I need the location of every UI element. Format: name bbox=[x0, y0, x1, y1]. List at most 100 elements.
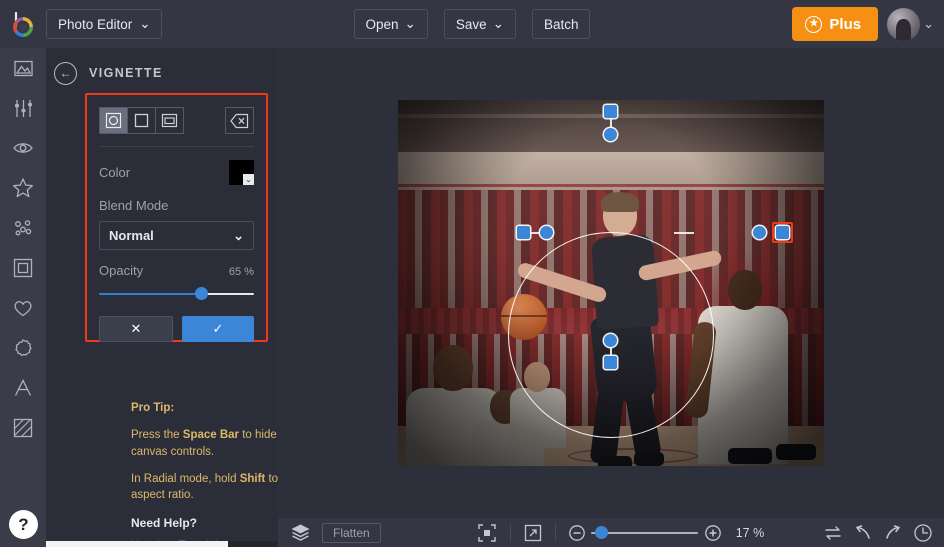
size-handle-top[interactable] bbox=[604, 128, 617, 141]
tip1-keyword: Space Bar bbox=[182, 429, 240, 442]
shape-rectangle-button[interactable] bbox=[127, 107, 156, 134]
back-button[interactable]: ← bbox=[54, 61, 77, 85]
size-handle-right[interactable] bbox=[753, 226, 766, 239]
sidebar-item-adjust[interactable] bbox=[0, 88, 46, 128]
chevron-down-icon: ⌄ bbox=[492, 16, 504, 31]
tip2-keyword: Shift bbox=[239, 472, 266, 485]
shape-radial-button[interactable] bbox=[99, 107, 128, 134]
tip2-part-a: In Radial mode, hold bbox=[131, 472, 240, 485]
sidebar-item-overlays[interactable] bbox=[0, 168, 46, 208]
chevron-down-icon: ⌄ bbox=[139, 16, 151, 31]
feather-handle-bottom[interactable] bbox=[604, 356, 617, 369]
opacity-slider-thumb[interactable] bbox=[195, 287, 209, 300]
fit-to-screen-button[interactable] bbox=[471, 523, 503, 542]
star-outline-icon bbox=[13, 178, 33, 198]
photo-main-hair bbox=[601, 192, 639, 212]
history-button[interactable] bbox=[908, 518, 938, 547]
zoom-slider[interactable] bbox=[590, 525, 698, 540]
panel-horizontal-scrollbar[interactable] bbox=[46, 541, 278, 547]
redo-icon bbox=[886, 524, 900, 539]
size-handle-left[interactable] bbox=[540, 226, 553, 239]
chevron-down-icon: ⌄ bbox=[923, 16, 934, 31]
eye-icon bbox=[13, 143, 33, 153]
photo-player-left-head bbox=[433, 345, 473, 391]
cancel-button[interactable]: ✕ bbox=[99, 316, 173, 342]
app-logo[interactable] bbox=[0, 11, 46, 37]
plus-upgrade-button[interactable]: ★ Plus bbox=[792, 7, 879, 41]
feather-handle-left[interactable] bbox=[517, 226, 530, 239]
sidebar-item-stickers[interactable] bbox=[0, 328, 46, 368]
feather-handle-top[interactable] bbox=[604, 105, 617, 118]
help-button[interactable]: ? bbox=[9, 510, 38, 539]
undo-button[interactable] bbox=[848, 518, 878, 547]
action-row: ✕ ✓ bbox=[87, 301, 266, 342]
vignette-panel: ← VIGNETTE Color ⌄ Blend Mode Normal ⌄ O… bbox=[46, 48, 321, 547]
zoom-level-label: 17 % bbox=[735, 525, 765, 540]
compare-icon bbox=[825, 525, 841, 540]
chevron-down-icon: ⌄ bbox=[233, 227, 244, 243]
feather-handle-right[interactable] bbox=[776, 226, 789, 239]
panel-header: ← VIGNETTE bbox=[46, 48, 278, 98]
top-toolbar: Photo Editor ⌄ Open ⌄ Save ⌄ Batch ★ Plu… bbox=[0, 0, 944, 48]
undo-icon bbox=[856, 524, 870, 539]
account-menu[interactable]: ⌄ bbox=[887, 7, 934, 41]
save-button[interactable]: Save ⌄ bbox=[443, 9, 516, 39]
clear-vignette-button[interactable] bbox=[225, 107, 254, 134]
square-frame-icon bbox=[13, 258, 33, 278]
inner-frame-icon bbox=[161, 113, 178, 128]
chevron-down-icon: ⌄ bbox=[243, 174, 254, 185]
page-title: VIGNETTE bbox=[89, 66, 163, 80]
tip1-part-a: Press the bbox=[131, 429, 183, 442]
apply-button[interactable]: ✓ bbox=[182, 316, 254, 342]
sidebar-item-retouch[interactable] bbox=[0, 208, 46, 248]
batch-button[interactable]: Batch bbox=[531, 9, 591, 39]
photo-player-mid-head bbox=[524, 362, 550, 392]
zoom-in-button[interactable] bbox=[698, 524, 728, 542]
open-button[interactable]: Open ⌄ bbox=[353, 9, 428, 39]
erase-icon bbox=[230, 113, 249, 128]
size-handle-bottom[interactable] bbox=[604, 334, 617, 347]
blend-mode-select[interactable]: Normal ⌄ bbox=[99, 221, 254, 250]
bottom-toolbar: Flatten 17 % bbox=[278, 518, 944, 547]
canvas-photo[interactable] bbox=[398, 100, 824, 466]
expand-icon bbox=[524, 524, 541, 541]
flatten-button[interactable]: Flatten bbox=[322, 522, 381, 543]
sidebar-item-favorites[interactable] bbox=[0, 288, 46, 328]
hatched-square-icon bbox=[13, 418, 33, 438]
fit-to-screen-icon bbox=[477, 523, 496, 542]
avatar bbox=[887, 7, 921, 41]
compare-button[interactable] bbox=[818, 518, 848, 547]
zoom-slider-thumb[interactable] bbox=[594, 525, 608, 539]
sidebar-item-frames[interactable] bbox=[0, 248, 46, 288]
zoom-out-button[interactable] bbox=[563, 524, 591, 542]
color-swatch[interactable]: ⌄ bbox=[229, 160, 254, 185]
app-title: Photo Editor bbox=[58, 16, 133, 32]
photo-basketball bbox=[501, 294, 547, 340]
sidebar-item-text[interactable] bbox=[0, 368, 46, 408]
sidebar-item-effects[interactable] bbox=[0, 128, 46, 168]
layers-button[interactable] bbox=[278, 523, 322, 542]
star-icon: ★ bbox=[805, 15, 823, 33]
photo-court-circle bbox=[568, 448, 698, 464]
canvas-area[interactable] bbox=[278, 48, 944, 518]
photo-editor-app: Photo Editor ⌄ Open ⌄ Save ⌄ Batch ★ Plu… bbox=[0, 0, 944, 547]
square-icon bbox=[134, 113, 149, 128]
photo-shoe-1 bbox=[598, 456, 632, 466]
scrollbar-thumb[interactable] bbox=[46, 541, 228, 547]
photo-shoe-3 bbox=[728, 448, 772, 464]
sidebar-item-textures[interactable] bbox=[0, 408, 46, 448]
bottombar-divider-1 bbox=[509, 524, 511, 541]
circle-in-square-icon bbox=[105, 112, 122, 129]
photo-player-mid-body bbox=[510, 388, 566, 448]
shape-frame-button[interactable] bbox=[155, 107, 184, 134]
app-title-dropdown[interactable]: Photo Editor ⌄ bbox=[46, 9, 162, 39]
sidebar-item-image[interactable] bbox=[0, 48, 46, 88]
photo-player-right-head bbox=[728, 270, 762, 310]
redo-button[interactable] bbox=[878, 518, 908, 547]
badge-icon bbox=[15, 339, 32, 357]
opacity-slider[interactable] bbox=[99, 287, 254, 301]
color-label: Color bbox=[99, 165, 131, 180]
expand-button[interactable] bbox=[518, 524, 548, 542]
rainbow-ring-logo-icon bbox=[13, 11, 33, 37]
dots-cluster-icon bbox=[15, 220, 32, 236]
